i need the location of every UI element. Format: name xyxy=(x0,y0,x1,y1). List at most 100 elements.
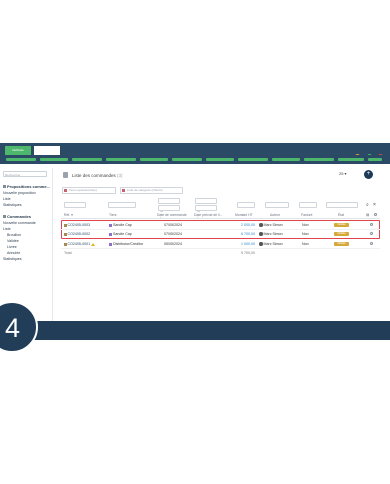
table-row-amount: 2 000,00 xyxy=(241,223,255,227)
col-delivery-date[interactable]: Date prévue de li... xyxy=(194,213,222,217)
browser-tab[interactable] xyxy=(34,146,60,155)
sidebar-search-input[interactable]: Rechercher xyxy=(3,171,47,177)
proposal-icon xyxy=(3,185,6,189)
table-row-ref[interactable]: CO2405-0002 xyxy=(64,232,90,236)
nav-item-6[interactable] xyxy=(172,158,202,161)
nav-item-12[interactable] xyxy=(368,158,382,161)
sidebar-item-proposal-list[interactable]: Liste xyxy=(3,197,11,201)
table-row-client[interactable]: Distributor/Creditor xyxy=(109,242,143,246)
avatar xyxy=(259,223,263,227)
nav-item-7[interactable] xyxy=(206,158,234,161)
row-checkbox[interactable] xyxy=(370,232,373,235)
row-checkbox[interactable] xyxy=(370,223,373,226)
client-text: Sandie Cap xyxy=(113,223,132,227)
table-row-author[interactable]: Marc Simon xyxy=(259,232,283,236)
client-text: Sandie Cap xyxy=(113,232,132,236)
company-icon xyxy=(109,232,112,236)
status-badge: Validée xyxy=(334,242,349,246)
page-title: Liste des commandes (3) xyxy=(72,173,123,178)
nav-item-5[interactable] xyxy=(140,158,168,161)
delivery-date-from-input[interactable]: De xyxy=(195,198,217,213)
amount-filter-input[interactable] xyxy=(237,202,255,208)
sidebar-item-delivered[interactable]: Livrée xyxy=(7,245,17,249)
user-icon xyxy=(64,189,67,192)
page-title-text: Liste des commandes xyxy=(72,173,116,178)
nav-item-11[interactable] xyxy=(338,158,364,161)
sidebar-item-new-proposal[interactable]: Nouvelle proposition xyxy=(3,191,36,195)
nav-item-2[interactable] xyxy=(40,158,68,161)
sidebar-section-label: Commandes xyxy=(7,214,32,219)
nav-item-9[interactable] xyxy=(272,158,300,161)
order-icon xyxy=(3,215,6,219)
search-icon[interactable]: ⌕ xyxy=(366,202,369,208)
ref-text: CO2405-0001 xyxy=(67,242,91,246)
table-row-author[interactable]: Marc Simon xyxy=(259,223,283,227)
step-number: 4 xyxy=(5,313,21,343)
author-text: Marc Simon xyxy=(263,232,283,236)
sidebar-item-new-order[interactable]: Nouvelle commande xyxy=(3,221,36,225)
columns-icon[interactable]: ▤ xyxy=(366,213,369,217)
table-row-ref[interactable]: CO2405-0001 xyxy=(64,242,96,246)
order-date-from-input[interactable]: De xyxy=(158,198,180,213)
nav-item-3[interactable] xyxy=(72,158,102,161)
col-billed[interactable]: Facturé xyxy=(301,213,313,217)
table-row-client[interactable]: Sandie Cap xyxy=(109,232,132,236)
author-text: Marc Simon xyxy=(263,223,283,227)
client-filter-input[interactable] xyxy=(108,202,136,208)
table-row-author[interactable]: Marc Simon xyxy=(259,242,283,246)
add-order-button[interactable]: + xyxy=(364,170,373,179)
col-amount[interactable]: Montant HT xyxy=(235,213,253,217)
sidebar-item-validated[interactable]: Validée xyxy=(7,239,19,243)
delivery-date-to-input[interactable]: À xyxy=(195,205,217,220)
category-filter-placeholder: Liste de catégorie (Clients) xyxy=(127,188,163,192)
table-row-billed: Non xyxy=(302,242,309,246)
billed-filter-select[interactable] xyxy=(299,202,317,208)
document-icon xyxy=(64,242,67,246)
table-row-billed: Non xyxy=(302,232,309,236)
warning-icon xyxy=(91,242,96,246)
sidebar-item-proposal-stats[interactable]: Statistiques xyxy=(3,203,22,207)
category-filter-select[interactable]: Liste de catégorie (Clients) xyxy=(120,187,183,194)
sidebar-item-draft[interactable]: Brouillon xyxy=(7,233,21,237)
client-text: Distributor/Creditor xyxy=(113,242,144,246)
nav-item-4[interactable] xyxy=(106,158,136,161)
author-filter-input[interactable] xyxy=(265,202,289,208)
table-row-date: 07/05/2024 xyxy=(164,232,182,236)
col-ref[interactable]: Réf. ▾ xyxy=(64,213,73,217)
order-date-to-input[interactable]: À xyxy=(158,205,180,220)
table-row-amount: 6 700,00 xyxy=(241,232,255,236)
nav-item-10[interactable] xyxy=(304,158,334,161)
total-label: Total xyxy=(64,251,72,255)
nav-item-8[interactable] xyxy=(238,158,268,161)
footer-band xyxy=(0,321,390,340)
nav-item-1[interactable] xyxy=(6,158,36,161)
status-filter-select[interactable] xyxy=(326,202,358,208)
select-all-checkbox[interactable] xyxy=(374,213,377,216)
row-checkbox[interactable] xyxy=(370,242,373,245)
table-row-billed: Non xyxy=(302,223,309,227)
col-client[interactable]: Tiers xyxy=(109,213,116,217)
ref-filter-input[interactable] xyxy=(64,202,86,208)
clear-filter-icon[interactable]: × xyxy=(373,202,376,208)
sidebar-item-order-list[interactable]: Liste xyxy=(3,227,11,231)
sidebar-section-proposals[interactable]: Propositions comme... xyxy=(3,184,50,189)
table-row-client[interactable]: Sandie Cap xyxy=(109,223,132,227)
sidebar-item-cancelled[interactable]: Annulée xyxy=(7,251,20,255)
col-order-date[interactable]: Date de commande xyxy=(157,213,187,217)
table-row-ref[interactable]: CO2405-0003 xyxy=(64,223,90,227)
user-filter-select[interactable]: Tiers représentant(e) xyxy=(62,187,116,194)
col-author[interactable]: Auteur xyxy=(270,213,280,217)
avatar xyxy=(259,242,263,246)
status-badge: Validée xyxy=(334,223,349,227)
table-row-amount: 1 000,00 xyxy=(241,242,255,246)
table-row-date: 07/05/2024 xyxy=(164,223,182,227)
app-brand-tab[interactable]: NetSuite xyxy=(5,146,31,155)
sidebar-section-orders[interactable]: Commandes xyxy=(3,214,31,219)
user-filter-placeholder: Tiers représentant(e) xyxy=(69,188,97,192)
col-status[interactable]: État xyxy=(338,213,344,217)
per-page-select[interactable]: 25 ▾ xyxy=(339,171,347,176)
table-row-date: 05/05/2024 xyxy=(164,242,182,246)
sidebar-item-order-stats[interactable]: Statistiques xyxy=(3,257,22,261)
row-divider xyxy=(61,229,380,230)
page-count: (3) xyxy=(117,173,123,178)
